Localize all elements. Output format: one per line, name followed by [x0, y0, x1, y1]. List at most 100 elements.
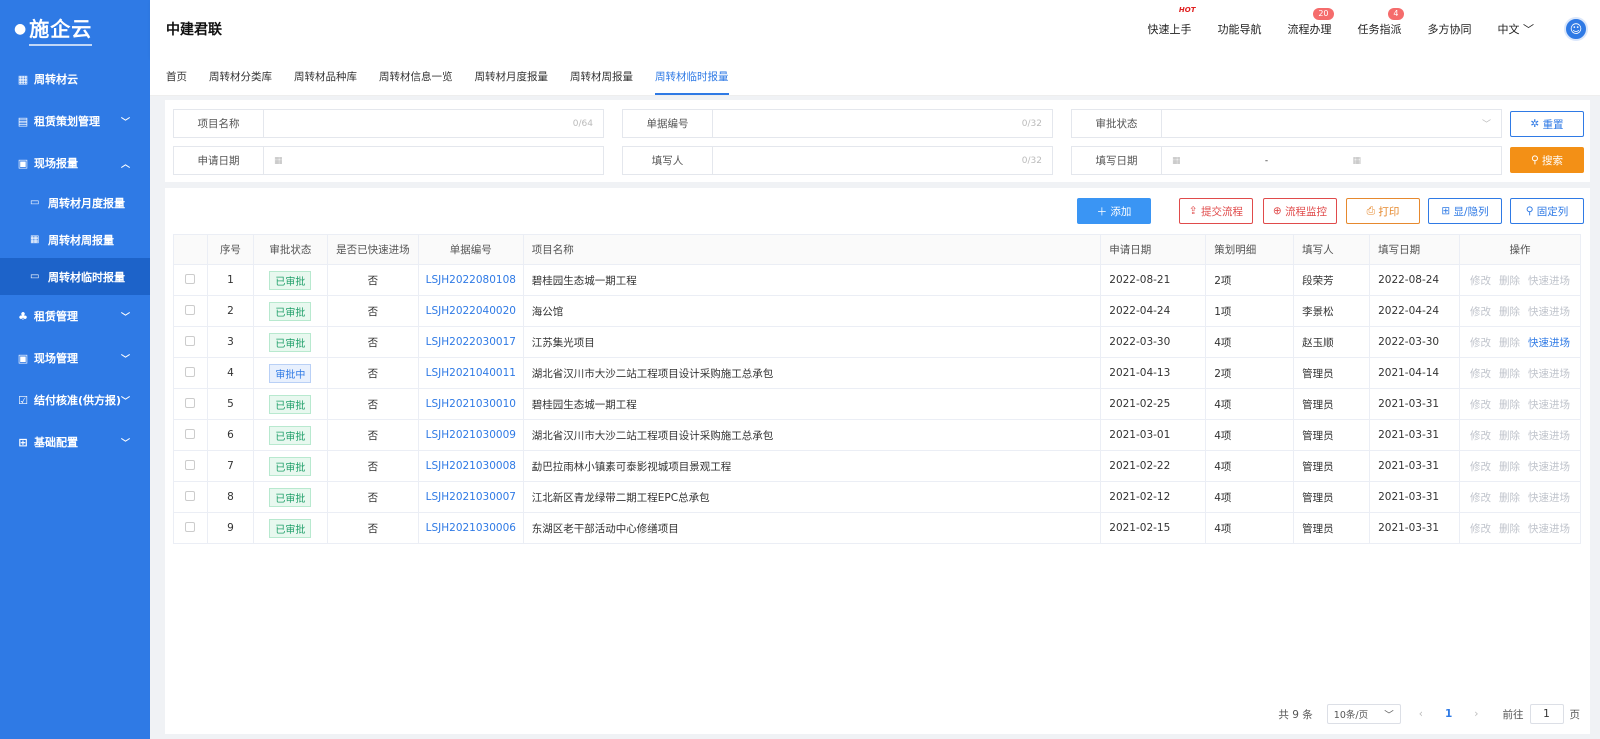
- process-monitor-button[interactable]: ⊕ 流程监控: [1263, 198, 1337, 224]
- print-button[interactable]: ⎙ 打印: [1346, 198, 1420, 224]
- tab-category-lib[interactable]: 周转材分类库: [209, 59, 272, 95]
- fast-entry-action[interactable]: 快速进场: [1528, 492, 1570, 504]
- language-select[interactable]: 中文 ﹀: [1498, 21, 1535, 37]
- edit-action[interactable]: 修改: [1470, 275, 1491, 287]
- reset-icon: ✲: [1530, 118, 1543, 130]
- project-name: 江苏集光项目: [522, 326, 1102, 358]
- delete-action[interactable]: 删除: [1499, 492, 1520, 504]
- sidebar-item-zhouzhuancai-yun[interactable]: ▦ 周转材云: [0, 58, 150, 100]
- sidebar-item-monthly-report[interactable]: ▭ 周转材月度报量: [0, 184, 150, 221]
- sidebar-item-lease-planning[interactable]: ▤ 租赁策划管理 ﹀: [0, 100, 150, 142]
- reset-button[interactable]: ✲ 重置: [1510, 111, 1584, 137]
- row-checkbox[interactable]: [185, 397, 196, 408]
- tab-variety-lib[interactable]: 周转材品种库: [294, 59, 357, 95]
- sidebar-item-base-config[interactable]: ⊞ 基础配置 ﹀: [0, 421, 150, 463]
- search-button[interactable]: ⚲ 搜索: [1510, 147, 1584, 173]
- fast-entry-action[interactable]: 快速进场: [1528, 368, 1570, 380]
- row-checkbox[interactable]: [185, 428, 196, 439]
- delete-action[interactable]: 删除: [1499, 523, 1520, 535]
- edit-action[interactable]: 修改: [1470, 461, 1491, 473]
- next-page-icon[interactable]: ›: [1474, 708, 1478, 720]
- feature-nav-link[interactable]: 功能导航: [1218, 21, 1262, 37]
- doc-code-link[interactable]: LSJH2022040020: [426, 305, 516, 317]
- org-icon: ♣: [18, 309, 28, 323]
- sidebar-item-settlement[interactable]: ☑ 结付核准(供方报) ﹀: [0, 379, 150, 421]
- tab-weekly-report[interactable]: 周转材周报量: [570, 59, 633, 95]
- goto-page-input[interactable]: 1: [1529, 704, 1564, 724]
- delete-action[interactable]: 删除: [1499, 275, 1520, 287]
- doc-code-link[interactable]: LSJH2021030009: [426, 429, 516, 441]
- task-assign-link[interactable]: 任务指派 4: [1358, 8, 1404, 37]
- edit-action[interactable]: 修改: [1470, 368, 1491, 380]
- doc-no-input[interactable]: 0/32: [713, 110, 1052, 137]
- add-button[interactable]: ＋ 添加: [1077, 198, 1151, 224]
- delete-action[interactable]: 删除: [1499, 306, 1520, 318]
- prev-page-icon[interactable]: ‹: [1419, 708, 1423, 720]
- fill-date-range-picker[interactable]: ▦ - ▦: [1162, 147, 1501, 174]
- edit-action[interactable]: 修改: [1470, 523, 1491, 535]
- tab-info-list[interactable]: 周转材信息一览: [379, 59, 453, 95]
- doc-code-link[interactable]: LSJH2021030010: [426, 398, 516, 410]
- quick-start-link[interactable]: 快速上手 HOT: [1148, 6, 1196, 37]
- toggle-columns-button[interactable]: ⊞ 显/隐列: [1428, 198, 1502, 224]
- row-checkbox[interactable]: [185, 335, 196, 346]
- delete-action[interactable]: 删除: [1499, 337, 1520, 349]
- fast-entry-action[interactable]: 快速进场: [1528, 275, 1570, 287]
- doc-code-link[interactable]: LSJH2022030017: [426, 336, 516, 348]
- row-checkbox[interactable]: [185, 521, 196, 532]
- row-no: 6: [206, 419, 254, 451]
- doc-code-link[interactable]: LSJH2021030008: [426, 460, 516, 472]
- page-number[interactable]: 1: [1445, 708, 1452, 720]
- project-name: 碧桂园生态城一期工程: [522, 388, 1102, 420]
- edit-action[interactable]: 修改: [1470, 430, 1491, 442]
- page-size-select[interactable]: 10条/页 ﹀: [1326, 704, 1401, 724]
- filler-input[interactable]: 0/32: [713, 147, 1052, 174]
- sidebar-item-lease-management[interactable]: ♣ 租赁管理 ﹀: [0, 295, 150, 337]
- doc-code-link[interactable]: LSJH2021030007: [426, 491, 516, 503]
- submit-process-button[interactable]: ⇪ 提交流程: [1179, 198, 1253, 224]
- tab-monthly-report[interactable]: 周转材月度报量: [475, 59, 549, 95]
- doc-code-link[interactable]: LSJH2022080108: [426, 274, 516, 286]
- delete-action[interactable]: 删除: [1499, 368, 1520, 380]
- tab-home[interactable]: 首页: [166, 59, 187, 95]
- row-checkbox[interactable]: [185, 459, 196, 470]
- delete-action[interactable]: 删除: [1499, 430, 1520, 442]
- sidebar-item-site-management[interactable]: ▣ 现场管理 ﹀: [0, 337, 150, 379]
- fast-entry-action[interactable]: 快速进场: [1528, 337, 1570, 349]
- sidebar-item-site-report[interactable]: ▣ 现场报量 ︿: [0, 142, 150, 184]
- row-checkbox[interactable]: [185, 366, 196, 377]
- edit-action[interactable]: 修改: [1470, 399, 1491, 411]
- row-no: 5: [206, 388, 254, 420]
- edit-action[interactable]: 修改: [1470, 337, 1491, 349]
- fast-entry-action[interactable]: 快速进场: [1528, 306, 1570, 318]
- fast-entry-action[interactable]: 快速进场: [1528, 430, 1570, 442]
- avatar[interactable]: ☺: [1564, 17, 1588, 41]
- fast-entry-action[interactable]: 快速进场: [1528, 399, 1570, 411]
- sidebar-item-weekly-report[interactable]: ▦ 周转材周报量: [0, 221, 150, 258]
- tab-temp-report[interactable]: 周转材临时报量: [655, 59, 729, 95]
- printer-icon: ⎙: [1366, 204, 1379, 217]
- collaboration-link[interactable]: 多方协同: [1428, 21, 1472, 37]
- row-checkbox[interactable]: [185, 304, 196, 315]
- edit-action[interactable]: 修改: [1470, 492, 1491, 504]
- doc-code-link[interactable]: LSJH2021040011: [426, 367, 516, 379]
- row-checkbox[interactable]: [185, 273, 196, 284]
- fast-entry-action[interactable]: 快速进场: [1528, 523, 1570, 535]
- row-no: 1: [206, 264, 254, 296]
- fix-columns-button[interactable]: ⚲ 固定列: [1510, 198, 1584, 224]
- search-icon: ⚲: [1530, 154, 1543, 166]
- process-handling-link[interactable]: 流程办理 20: [1288, 8, 1334, 37]
- fast-entry-action[interactable]: 快速进场: [1528, 461, 1570, 473]
- apply-date-picker[interactable]: ▦: [264, 147, 603, 174]
- approval-status-select[interactable]: ﹀: [1162, 110, 1501, 137]
- doc-code-link[interactable]: LSJH2021030006: [426, 522, 516, 534]
- delete-action[interactable]: 删除: [1499, 399, 1520, 411]
- edit-action[interactable]: 修改: [1470, 306, 1491, 318]
- project-name-input[interactable]: 0/64: [264, 110, 603, 137]
- sidebar-item-temp-report[interactable]: ▭ 周转材临时报量: [0, 258, 150, 295]
- row-checkbox[interactable]: [185, 490, 196, 501]
- status-badge: 已审批: [269, 332, 312, 352]
- delete-action[interactable]: 删除: [1499, 461, 1520, 473]
- project-name: 江北新区青龙绿带二期工程EPC总承包: [522, 481, 1102, 513]
- card-icon: ▭: [30, 271, 40, 282]
